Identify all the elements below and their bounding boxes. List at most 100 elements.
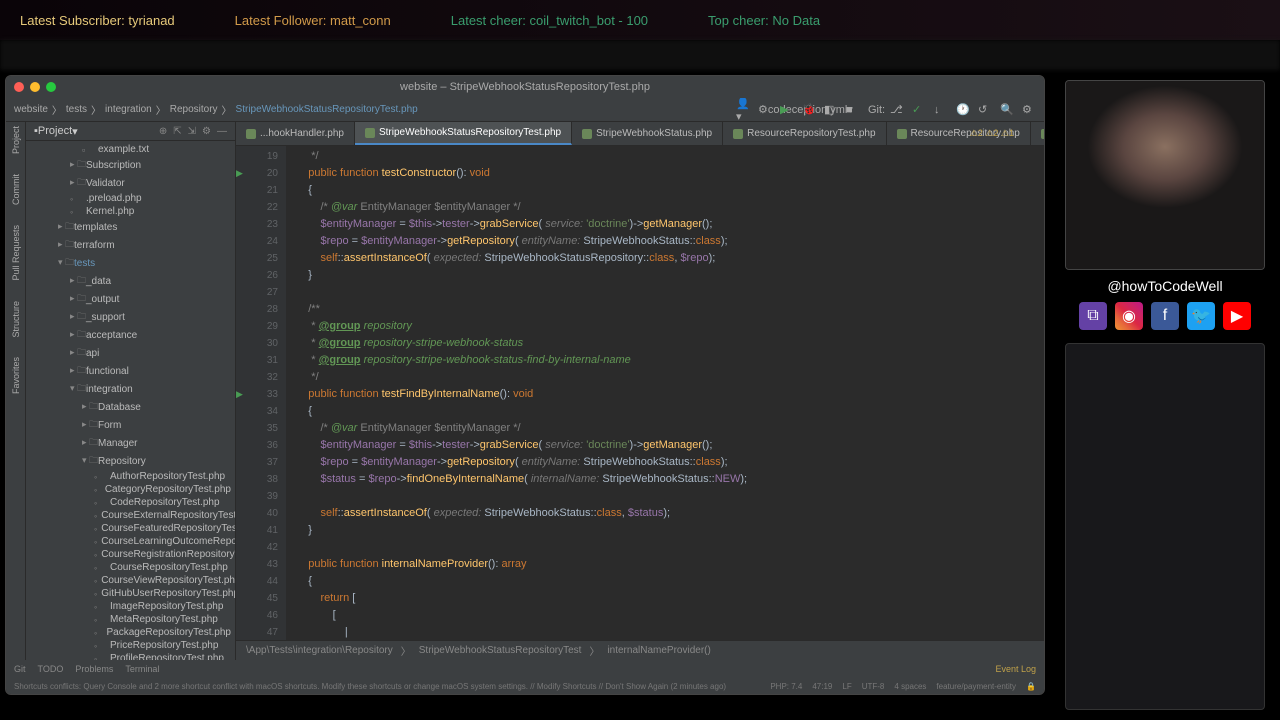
stream-banner: Latest Subscriber: tyrianad Latest Follo… bbox=[0, 0, 1280, 40]
tree-item[interactable]: ▸ 🗀functional bbox=[26, 362, 235, 380]
breadcrumb[interactable]: website〉 tests〉 integration〉 Repository〉… bbox=[14, 102, 418, 117]
tree-item[interactable]: ◦ProfileRepositoryTest.php bbox=[26, 652, 235, 660]
code-editor[interactable]: 1920▶21222324252627282930313233▶34353637… bbox=[236, 146, 1044, 640]
code-content[interactable]: */ public function testConstructor(): vo… bbox=[286, 146, 1044, 640]
editor-tabs[interactable]: ...hookHandler.phpStripeWebhookStatusRep… bbox=[236, 122, 1044, 146]
editor-area: ...hookHandler.phpStripeWebhookStatusRep… bbox=[236, 122, 1044, 660]
tree-item[interactable]: ◦PriceRepositoryTest.php bbox=[26, 639, 235, 652]
run-config[interactable]: ⚙ codeception.yml ▾ bbox=[758, 103, 772, 117]
git-history-icon[interactable]: 🕐 bbox=[956, 103, 970, 117]
git-tab[interactable]: Git bbox=[14, 664, 26, 674]
revert-icon[interactable]: ↺ bbox=[978, 103, 992, 117]
code-breadcrumb[interactable]: \App\Tests\integration\Repository〉 Strip… bbox=[236, 640, 1044, 660]
tree-item[interactable]: ▸ 🗀Validator bbox=[26, 174, 235, 192]
tree-item[interactable]: ▸ 🗀_data bbox=[26, 272, 235, 290]
tree-item[interactable]: ◦ImageRepositoryTest.php bbox=[26, 600, 235, 613]
tree-item[interactable]: ▸ 🗀Database bbox=[26, 398, 235, 416]
indent[interactable]: 4 spaces bbox=[894, 682, 926, 691]
tree-item[interactable]: ◦MetaRepositoryTest.php bbox=[26, 613, 235, 626]
file-tree[interactable]: ▫example.txt▸ 🗀Subscription▸ 🗀Validator◦… bbox=[26, 141, 235, 660]
tree-item[interactable]: ◦PackageRepositoryTest.php bbox=[26, 626, 235, 639]
debug-icon[interactable]: 🐞 bbox=[802, 103, 816, 117]
gear-icon[interactable]: ⚙ bbox=[202, 126, 211, 137]
git-branch-icon[interactable]: ⎇ bbox=[890, 103, 904, 117]
project-tool[interactable]: Project bbox=[11, 126, 21, 154]
tree-item[interactable]: ◦CourseExternalRepositoryTest.php bbox=[26, 509, 235, 522]
tree-item[interactable]: ▾ 🗀tests bbox=[26, 254, 235, 272]
tree-item[interactable]: ◦CategoryRepositoryTest.php bbox=[26, 483, 235, 496]
stream-handle: @howToCodeWell bbox=[1107, 278, 1222, 294]
terminal-tab[interactable]: Terminal bbox=[125, 664, 159, 674]
tree-item[interactable]: ◦CodeRepositoryTest.php bbox=[26, 496, 235, 509]
blur-decoration bbox=[0, 40, 1280, 70]
inspection-badges[interactable]: ⚠2 ⚠2 ⚠1 bbox=[970, 128, 1014, 139]
commit-tool[interactable]: Commit bbox=[11, 174, 21, 205]
hide-icon[interactable]: — bbox=[217, 126, 227, 137]
coverage-icon[interactable]: ◧ bbox=[824, 103, 838, 117]
tree-item[interactable]: ◦CourseFeaturedRepositoryTest.php bbox=[26, 522, 235, 535]
facebook-icon[interactable]: f bbox=[1151, 302, 1179, 330]
tree-item[interactable]: ▸ 🗀terraform bbox=[26, 236, 235, 254]
pr-tool[interactable]: Pull Requests bbox=[11, 225, 21, 281]
caret-position[interactable]: 47:19 bbox=[812, 682, 832, 691]
collapse-icon[interactable]: ⇱ bbox=[173, 126, 181, 137]
structure-tool[interactable]: Structure bbox=[11, 301, 21, 338]
run-icon[interactable]: ▶ bbox=[780, 103, 794, 117]
lock-icon[interactable]: 🔒 bbox=[1026, 682, 1036, 691]
chat-panel[interactable] bbox=[1065, 343, 1265, 710]
tree-item[interactable]: ◦CourseRegistrationRepositoryTest.php bbox=[26, 548, 235, 561]
maximize-icon[interactable] bbox=[46, 82, 56, 92]
tree-item[interactable]: ▸ 🗀_support bbox=[26, 308, 235, 326]
stream-sidebar: @howToCodeWell ⧉ ◉ f 🐦 ▶ bbox=[1050, 70, 1280, 720]
line-ending[interactable]: LF bbox=[842, 682, 851, 691]
youtube-icon[interactable]: ▶ bbox=[1223, 302, 1251, 330]
tree-item[interactable]: ◦GitHubUserRepositoryTest.php bbox=[26, 587, 235, 600]
tree-item[interactable]: ▾ 🗀integration bbox=[26, 380, 235, 398]
tree-item[interactable]: ◦.preload.php bbox=[26, 192, 235, 205]
tree-item[interactable]: ◦CourseLearningOutcomeRepositoryTe bbox=[26, 535, 235, 548]
twitter-icon[interactable]: 🐦 bbox=[1187, 302, 1215, 330]
expand-icon[interactable]: ⇲ bbox=[188, 126, 196, 137]
editor-tab[interactable]: ResourceRepositoryTest.php bbox=[723, 122, 886, 145]
editor-tab[interactable]: StripeWebhookStatusRepositoryTest.php bbox=[355, 122, 572, 145]
panel-header: ▪ Project ▾ ⊕ ⇱ ⇲ ⚙ — bbox=[26, 122, 235, 141]
tree-item[interactable]: ◦Kernel.php bbox=[26, 205, 235, 218]
editor-tab[interactable]: ...hookHandler.php bbox=[236, 122, 355, 145]
settings-icon[interactable]: ⚙ bbox=[1022, 103, 1036, 117]
editor-tab[interactable]: StripeWebhookStatus.php bbox=[572, 122, 723, 145]
window-controls[interactable] bbox=[14, 82, 56, 92]
tree-item[interactable]: ▸ 🗀acceptance bbox=[26, 326, 235, 344]
latest-subscriber: Latest Subscriber: tyrianad bbox=[20, 13, 175, 28]
search-icon[interactable]: 🔍 bbox=[1000, 103, 1014, 117]
todo-tab[interactable]: TODO bbox=[38, 664, 64, 674]
tree-item[interactable]: ▸ 🗀api bbox=[26, 344, 235, 362]
tree-item[interactable]: ▸ 🗀Manager bbox=[26, 434, 235, 452]
tree-item[interactable]: ▸ 🗀Form bbox=[26, 416, 235, 434]
event-log[interactable]: Event Log bbox=[995, 664, 1036, 674]
tree-item[interactable]: ◦AuthorRepositoryTest.php bbox=[26, 470, 235, 483]
tree-item[interactable]: ▾ 🗀Repository bbox=[26, 452, 235, 470]
git-branch[interactable]: feature/payment-entity bbox=[936, 682, 1016, 691]
problems-tab[interactable]: Problems bbox=[75, 664, 113, 674]
close-icon[interactable] bbox=[14, 82, 24, 92]
minimize-icon[interactable] bbox=[30, 82, 40, 92]
stop-icon[interactable]: ■ bbox=[846, 103, 860, 117]
git-commit-icon[interactable]: ✓ bbox=[912, 103, 926, 117]
user-icon[interactable]: 👤▾ bbox=[736, 103, 750, 117]
editor-tab[interactable]: StripeWebhookStatusRepository.php bbox=[1031, 122, 1044, 145]
instagram-icon[interactable]: ◉ bbox=[1115, 302, 1143, 330]
target-icon[interactable]: ⊕ bbox=[159, 126, 167, 137]
twitch-icon[interactable]: ⧉ bbox=[1079, 302, 1107, 330]
git-pull-icon[interactable]: ↓ bbox=[934, 103, 948, 117]
tree-item[interactable]: ◦CourseRepositoryTest.php bbox=[26, 561, 235, 574]
gutter[interactable]: 1920▶21222324252627282930313233▶34353637… bbox=[236, 146, 286, 640]
tree-item[interactable]: ▸ 🗀_output bbox=[26, 290, 235, 308]
tree-item[interactable]: ▫example.txt bbox=[26, 143, 235, 156]
php-version[interactable]: PHP: 7.4 bbox=[770, 682, 802, 691]
encoding[interactable]: UTF-8 bbox=[862, 682, 885, 691]
tree-item[interactable]: ▸ 🗀Subscription bbox=[26, 156, 235, 174]
tree-item[interactable]: ▸ 🗀templates bbox=[26, 218, 235, 236]
tree-item[interactable]: ◦CourseViewRepositoryTest.php bbox=[26, 574, 235, 587]
titlebar[interactable]: website – StripeWebhookStatusRepositoryT… bbox=[6, 76, 1044, 98]
favorites-tool[interactable]: Favorites bbox=[11, 357, 21, 394]
